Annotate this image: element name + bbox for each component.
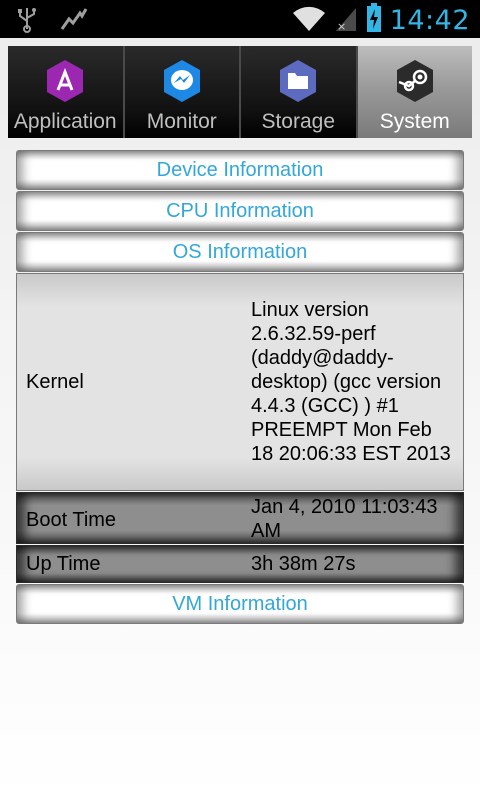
steam-icon [395, 58, 435, 104]
up-time-row: Up Time 3h 38m 27s [16, 545, 464, 583]
app-store-icon [45, 58, 85, 104]
tab-label: Storage [261, 110, 336, 133]
usb-icon [16, 7, 38, 38]
tab-application[interactable]: Application [8, 46, 125, 138]
signal-icon: × [334, 4, 358, 37]
svg-text:×: × [337, 20, 346, 32]
up-time-label: Up Time [26, 552, 101, 575]
cpu-information-button[interactable]: CPU Information [16, 191, 464, 231]
boot-time-row: Boot Time Jan 4, 2010 11:03:43 AM [16, 492, 464, 544]
os-information-button[interactable]: OS Information [16, 232, 464, 272]
tab-label: System [379, 110, 450, 133]
status-bar: × 14:42 [0, 0, 480, 38]
wifi-icon [292, 4, 326, 37]
tab-label: Monitor [146, 110, 217, 133]
tab-storage[interactable]: Storage [241, 46, 358, 138]
clock: 14:42 [389, 5, 470, 36]
device-information-button[interactable]: Device Information [16, 150, 464, 190]
boot-time-label: Boot Time [26, 508, 117, 531]
boot-time-value: Jan 4, 2010 11:03:43 AM [251, 496, 438, 542]
folder-icon [278, 58, 318, 104]
battery-charging-icon [366, 3, 382, 38]
vm-information-button[interactable]: VM Information [16, 584, 464, 624]
system-panel: Device Information CPU Information OS In… [16, 150, 464, 625]
tab-system[interactable]: System [357, 46, 472, 138]
up-time-value: 3h 38m 27s [251, 553, 356, 575]
kernel-value: Linux version 2.6.32.59-perf (daddy@dadd… [251, 299, 451, 465]
kernel-row: Kernel Linux version 2.6.32.59-perf (dad… [16, 273, 464, 491]
kernel-label: Kernel [26, 370, 84, 393]
lightning-chat-icon [162, 58, 202, 104]
activity-graph-icon [60, 7, 88, 38]
tab-label: Application [13, 110, 117, 133]
tab-monitor[interactable]: Monitor [124, 46, 241, 138]
tab-bar: Application Monitor Storage System [8, 46, 472, 138]
